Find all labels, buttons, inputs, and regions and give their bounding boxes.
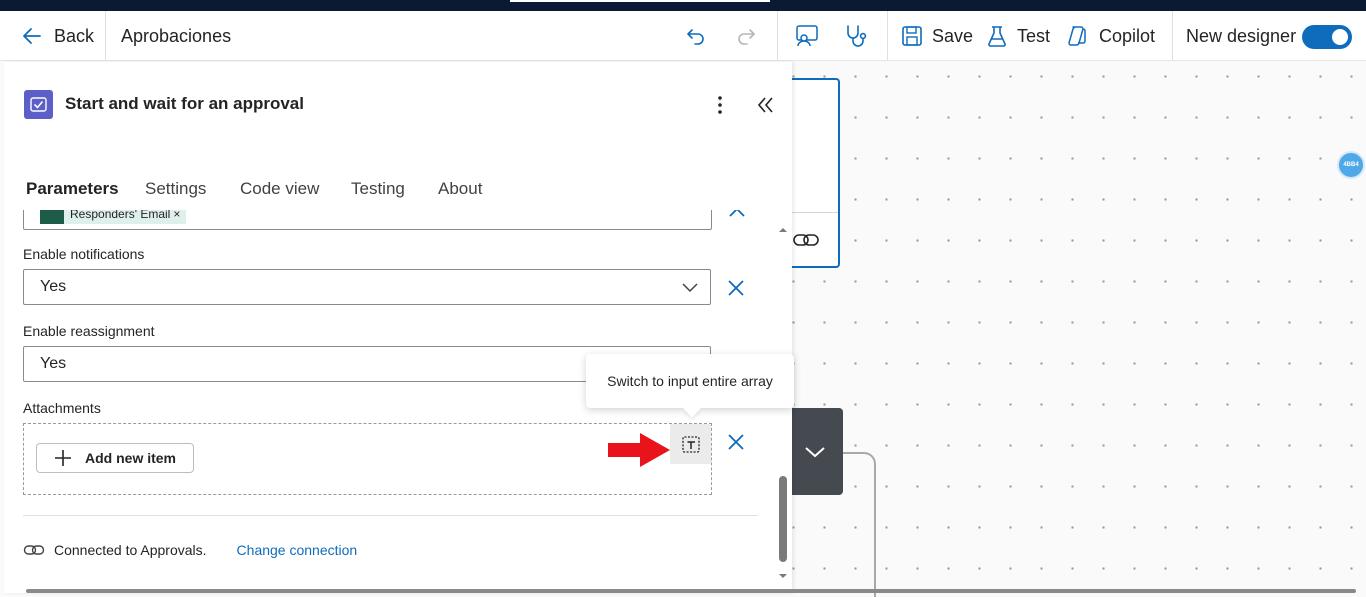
new-designer-toggle[interactable] [1302,25,1352,49]
avatar-initials: 4BB4 [1343,162,1359,168]
user-avatar-badge: 4BB4 [1337,151,1365,179]
more-options-button[interactable] [712,95,728,115]
expand-node-button[interactable] [792,408,843,495]
save-label: Save [932,25,974,46]
enable-notifications-select[interactable]: Yes [23,269,711,305]
toolbar-divider [105,11,106,61]
more-vertical-icon [718,96,722,114]
scroll-up-arrow[interactable] [778,222,788,232]
toolbar-divider [1172,11,1173,61]
person-feedback-icon [796,25,818,47]
tooltip-text: Switch to input entire array [607,373,773,389]
test-label: Test [1017,25,1051,46]
close-icon [728,434,744,450]
back-arrow-icon [23,28,41,44]
undo-button[interactable] [684,11,708,61]
chevron-down-icon [682,283,698,293]
enable-notifications-label: Enable notifications [23,246,145,262]
toggle-knob [1332,29,1348,45]
copilot-button[interactable]: Copilot [1066,11,1155,61]
close-icon [729,210,745,217]
toolbar-divider [887,11,888,61]
connection-info: Connected to Approvals. Change connectio… [23,542,357,558]
link-icon [23,545,45,555]
undo-icon [687,29,704,45]
horizontal-scrollbar[interactable] [26,589,1356,593]
token-remove-icon[interactable]: × [173,210,180,221]
attachments-label: Attachments [23,400,101,416]
toolbar-divider [777,11,778,61]
approval-connector-icon [24,90,53,119]
action-details-panel: Start and wait for an approval Parameter… [4,62,792,593]
assigned-to-clear-button[interactable] [726,210,748,218]
copilot-icon [1068,26,1086,46]
chevron-down-icon [805,447,825,458]
vertical-scrollbar-thumb[interactable] [779,476,787,562]
redo-icon [738,29,755,45]
section-divider [23,515,758,516]
back-label: Back [54,25,95,46]
attachments-clear-button[interactable] [725,431,747,453]
scroll-down-arrow[interactable] [778,568,788,578]
flow-canvas[interactable]: 4BB4 [782,62,1366,597]
panel-title: Start and wait for an approval [65,94,304,113]
enable-reassignment-value: Yes [40,355,67,372]
back-button[interactable]: Back [20,11,94,61]
connection-text: Connected to Approvals. [54,542,207,558]
red-arrow-icon [606,431,672,469]
tab-code-view[interactable]: Code view [240,179,319,199]
condition-container [843,452,876,597]
assigned-to-field[interactable]: Responders' Email × [23,210,712,230]
collapse-panel-button[interactable] [755,95,777,115]
beaker-icon [988,26,1006,47]
link-icon [792,230,820,255]
add-new-item-button[interactable]: Add new item [36,443,194,473]
assistant-button[interactable] [794,11,820,61]
tab-about[interactable]: About [438,179,482,199]
token-label: Responders' Email [70,210,171,221]
window-top-band [0,0,1366,11]
close-icon [728,280,744,296]
plus-icon [55,450,71,466]
stethoscope-icon [847,25,867,47]
designer-toolbar: Back Aprobaciones Save Test Copilot New … [0,11,1366,61]
flow-name: Aprobaciones [121,25,232,46]
change-connection-link[interactable]: Change connection [237,542,358,558]
save-icon [902,26,922,46]
dynamic-content-token[interactable]: Responders' Email × [40,210,187,224]
enable-notifications-clear-button[interactable] [725,277,747,299]
test-button[interactable]: Test [987,11,1050,61]
double-chevron-left-icon [757,97,773,113]
enable-reassignment-label: Enable reassignment [23,323,155,339]
array-input-icon [682,436,700,453]
flow-checker-button[interactable] [843,11,869,61]
enable-notifications-value: Yes [40,278,67,295]
tab-testing[interactable]: Testing [351,179,405,199]
tab-parameters[interactable]: Parameters [26,179,119,199]
add-new-item-label: Add new item [85,450,177,466]
token-icon [40,210,64,224]
copilot-label: Copilot [1099,25,1156,46]
redo-button[interactable] [734,11,758,61]
switch-to-array-button[interactable] [670,424,711,464]
save-button[interactable]: Save [901,11,973,61]
search-bar[interactable] [510,0,770,2]
tooltip: Switch to input entire array [586,354,794,408]
new-designer-label: New designer [1186,25,1297,46]
tab-settings[interactable]: Settings [145,179,206,199]
